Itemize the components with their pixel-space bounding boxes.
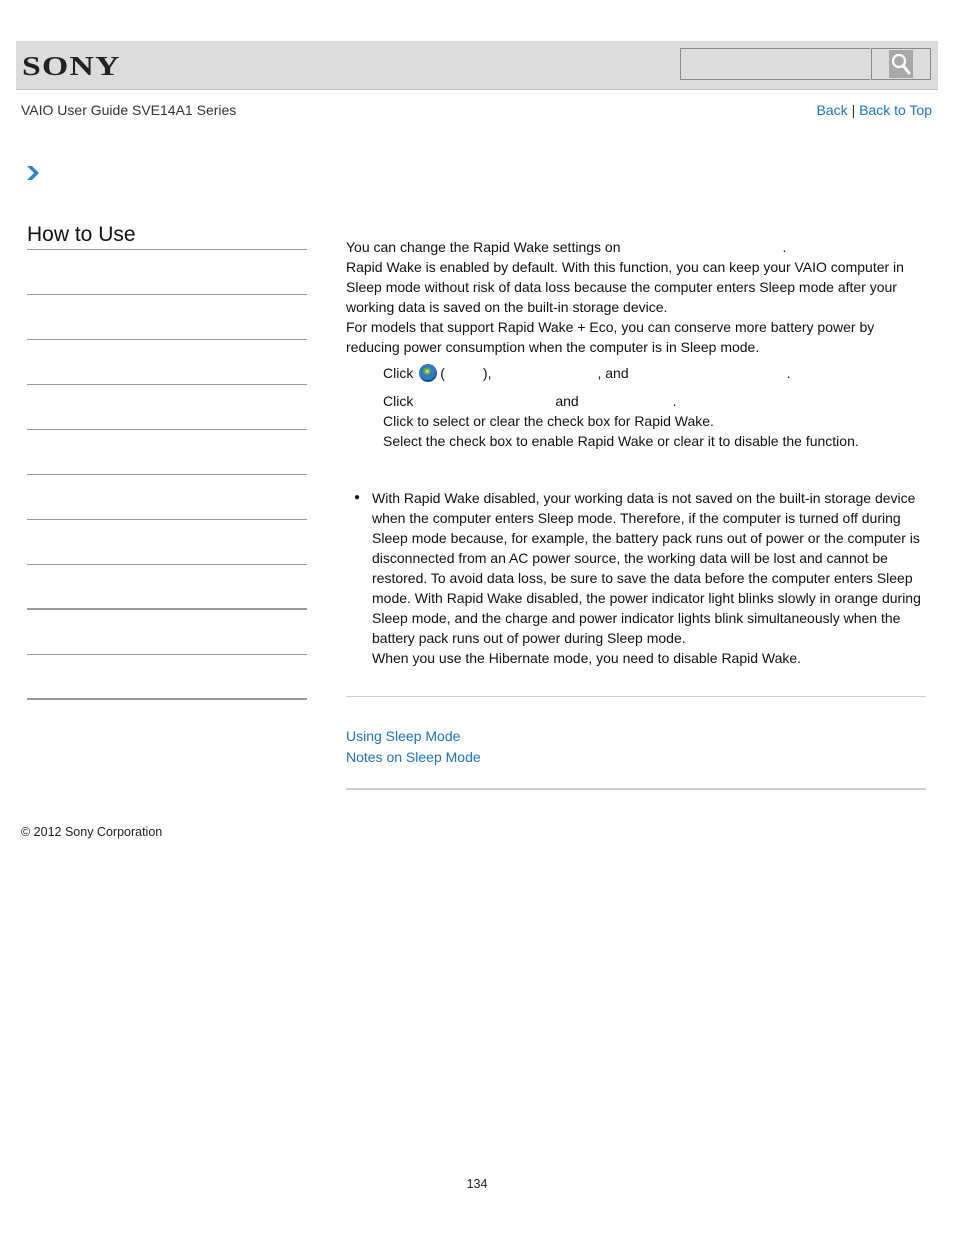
breadcrumb bbox=[26, 165, 40, 186]
sidebar-item[interactable] bbox=[27, 340, 307, 385]
sidebar-item[interactable] bbox=[27, 295, 307, 340]
steps: Click (), , and. Click and. Click to selec… bbox=[346, 363, 926, 451]
divider bbox=[346, 788, 926, 790]
sony-logo: SONY bbox=[22, 51, 121, 81]
step-text: . bbox=[672, 393, 677, 409]
step-text: ), bbox=[482, 365, 492, 381]
intro-paragraph: Rapid Wake is enabled by default. With t… bbox=[346, 259, 904, 315]
guide-title: VAIO User Guide SVE14A1 Series bbox=[21, 102, 237, 118]
windows-start-icon bbox=[419, 364, 438, 382]
step-text: . bbox=[786, 365, 791, 381]
sidebar: How to Use bbox=[27, 222, 307, 700]
related-link-notes-on-sleep-mode[interactable]: Notes on Sleep Mode bbox=[346, 747, 481, 768]
chevron-right-icon bbox=[26, 166, 40, 185]
copyright: © 2012 Sony Corporation bbox=[21, 825, 163, 839]
page-number: 134 bbox=[466, 1177, 488, 1191]
sidebar-item[interactable] bbox=[27, 430, 307, 475]
back-to-top-link[interactable]: Back to Top bbox=[859, 102, 932, 118]
search-button[interactable] bbox=[871, 48, 931, 80]
step-3: Click to select or clear the check box f… bbox=[383, 413, 714, 429]
search-input[interactable] bbox=[680, 48, 870, 80]
step-text: Click bbox=[383, 365, 414, 381]
step-text: , and bbox=[597, 365, 629, 381]
step-text: Click bbox=[383, 393, 414, 409]
intro-paragraph: For models that support Rapid Wake + Eco… bbox=[346, 319, 875, 355]
note-text: When you use the Hibernate mode, you nee… bbox=[372, 650, 802, 666]
step-text: ( bbox=[440, 365, 445, 381]
back-link[interactable]: Back bbox=[817, 102, 848, 118]
magnifier-icon bbox=[889, 50, 913, 78]
header-bar: SONY bbox=[16, 41, 938, 90]
sidebar-title: How to Use bbox=[27, 222, 307, 250]
step-3-detail: Select the check box to enable Rapid Wak… bbox=[383, 433, 859, 449]
divider bbox=[346, 696, 926, 697]
sidebar-item[interactable] bbox=[27, 610, 307, 655]
top-links: Back | Back to Top bbox=[817, 102, 932, 118]
sidebar-item[interactable] bbox=[27, 475, 307, 520]
sidebar-item[interactable] bbox=[27, 520, 307, 565]
bullet-icon: ● bbox=[354, 492, 361, 503]
intro-text: You can change the Rapid Wake settings o… bbox=[346, 239, 621, 255]
sidebar-item[interactable] bbox=[27, 655, 307, 700]
sidebar-item[interactable] bbox=[27, 250, 307, 295]
note-text: With Rapid Wake disabled, your working d… bbox=[372, 490, 921, 646]
intro-line: You can change the Rapid Wake settings o… bbox=[346, 239, 787, 255]
step-2: Click and. bbox=[383, 391, 926, 411]
related-link-using-sleep-mode[interactable]: Using Sleep Mode bbox=[346, 726, 481, 747]
related-links: Using Sleep Mode Notes on Sleep Mode bbox=[346, 726, 481, 768]
step-text: and bbox=[555, 393, 579, 409]
sidebar-item[interactable] bbox=[27, 385, 307, 430]
link-separator: | bbox=[851, 102, 856, 118]
sidebar-item[interactable] bbox=[27, 565, 307, 610]
main-content: You can change the Rapid Wake settings o… bbox=[346, 237, 926, 668]
step-1: Click (), , and. bbox=[383, 363, 926, 383]
notes: ● With Rapid Wake disabled, your working… bbox=[346, 488, 926, 668]
